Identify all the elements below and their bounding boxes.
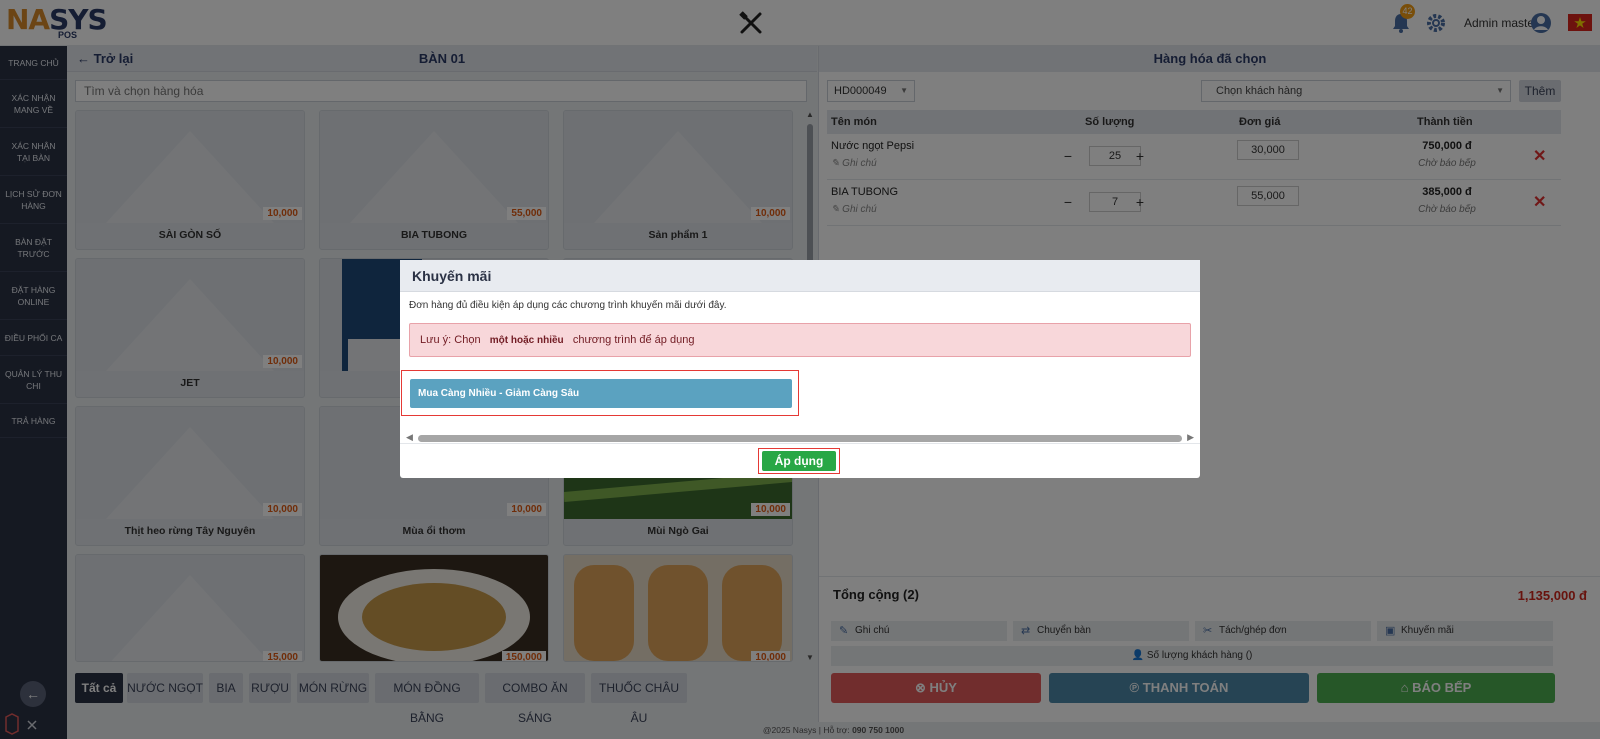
alert-prefix: Lưu ý: Chọn [420, 334, 481, 346]
modal-description: Đơn hàng đủ điều kiện áp dụng các chương… [409, 300, 727, 311]
modal-header: Khuyến mãi [400, 260, 1200, 292]
scroll-left-icon[interactable]: ◀ [406, 432, 413, 443]
modal-footer: Áp dụng [400, 443, 1200, 478]
promotion-option[interactable]: Mua Càng Nhiều - Giảm Càng Sâu [410, 379, 792, 408]
alert-suffix: chương trình để áp dụng [572, 334, 695, 346]
modal-title: Khuyến mãi [412, 268, 492, 284]
promotion-modal: Khuyến mãi Đơn hàng đủ điều kiện áp dụng… [400, 260, 1200, 478]
promotion-alert: Lưu ý: Chọn một hoặc nhiều chương trình … [409, 323, 1191, 357]
alert-emphasis: một hoặc nhiều [489, 335, 564, 346]
scroll-right-icon[interactable]: ▶ [1187, 432, 1194, 443]
apply-button[interactable]: Áp dụng [762, 451, 836, 471]
